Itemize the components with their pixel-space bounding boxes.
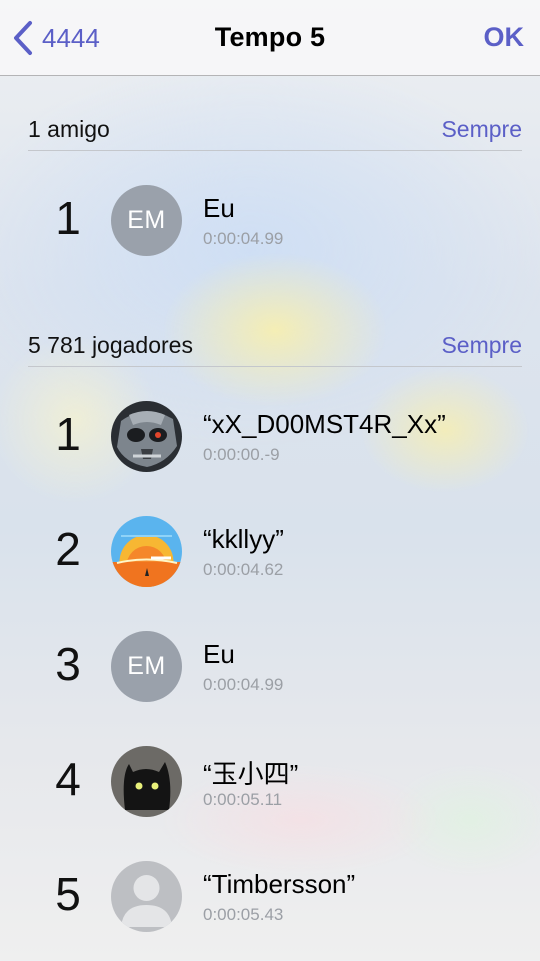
leaderboard-row[interactable]: 1 EM Eu 0:00:04.99 bbox=[0, 185, 540, 285]
player-name: “Timbersson” bbox=[203, 869, 356, 899]
player-time: 0:00:05.11 bbox=[203, 790, 283, 809]
leaderboard-row[interactable]: 1 “xX_D00MST4R_Xx” 0:00:00.-9 bbox=[0, 401, 540, 501]
player-time: 0:00:04.62 bbox=[203, 560, 284, 579]
black-cat-avatar bbox=[111, 746, 182, 817]
leaderboard-row[interactable]: 2 “kkllyy” 0:00:04.62 bbox=[0, 516, 540, 616]
initials-avatar: EM bbox=[111, 185, 182, 256]
player-time: 0:00:04.99 bbox=[203, 229, 284, 248]
default-person-avatar bbox=[111, 861, 182, 932]
player-name: “kkllyy” bbox=[203, 524, 284, 554]
rank-number: 1 bbox=[55, 408, 81, 460]
rank-number: 1 bbox=[55, 192, 81, 244]
player-time: 0:00:00.-9 bbox=[203, 445, 280, 464]
sunset-avatar bbox=[111, 516, 182, 587]
player-name: “xX_D00MST4R_Xx” bbox=[203, 409, 446, 439]
initials-avatar: EM bbox=[111, 631, 182, 702]
friends-count: 1 amigo bbox=[28, 116, 110, 142]
player-name: “玉小四” bbox=[203, 759, 299, 789]
friends-section-header: 1 amigo Sempre bbox=[28, 106, 522, 151]
rank-number: 4 bbox=[55, 753, 81, 805]
leaderboard-row[interactable]: 4 “玉小四” 0:00:05.11 bbox=[0, 746, 540, 846]
players-count: 5 781 jogadores bbox=[28, 332, 193, 358]
navigation-bar: 4444 Tempo 5 OK bbox=[0, 0, 540, 76]
leaderboard-row[interactable]: 5 “Timbersson” 0:00:05.43 bbox=[0, 861, 540, 961]
player-name: Eu bbox=[203, 639, 235, 669]
skull-avatar bbox=[111, 401, 182, 472]
players-section-header: 5 781 jogadores Sempre bbox=[28, 322, 522, 367]
players-time-filter[interactable]: Sempre bbox=[441, 332, 522, 359]
player-name: Eu bbox=[203, 193, 235, 223]
player-time: 0:00:04.99 bbox=[203, 675, 284, 694]
rank-number: 5 bbox=[55, 868, 81, 920]
player-time: 0:00:05.43 bbox=[203, 905, 284, 924]
ok-button[interactable]: OK bbox=[484, 22, 525, 53]
leaderboard-row[interactable]: 3 EM Eu 0:00:04.99 bbox=[0, 631, 540, 731]
page-title: Tempo 5 bbox=[214, 22, 326, 52]
rank-number: 2 bbox=[55, 523, 81, 575]
rank-number: 3 bbox=[55, 638, 81, 690]
friends-time-filter[interactable]: Sempre bbox=[441, 116, 522, 143]
